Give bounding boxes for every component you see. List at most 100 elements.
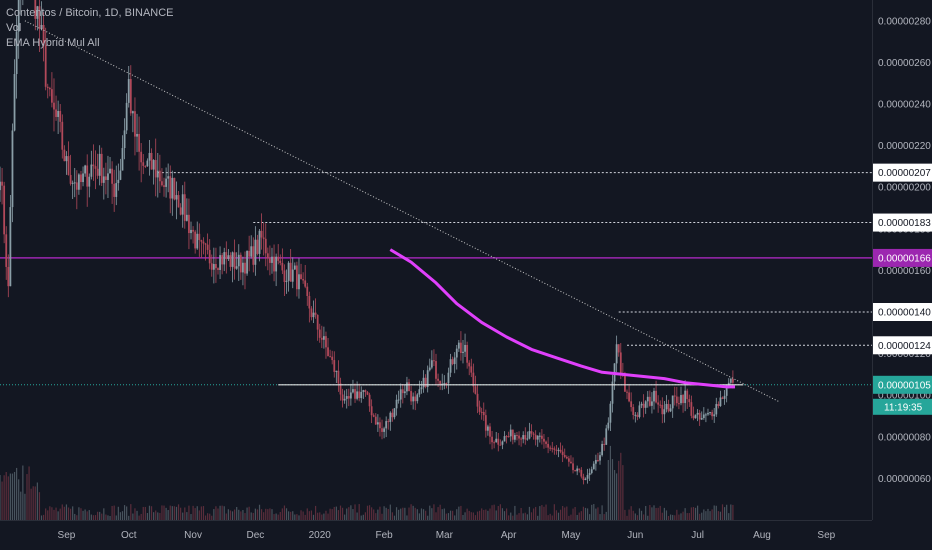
volume-bar	[647, 515, 649, 520]
candle-body	[700, 417, 703, 420]
volume-bar	[202, 506, 205, 520]
volume-bar	[659, 505, 661, 520]
candle-body	[65, 156, 68, 162]
volume-bar	[234, 509, 236, 520]
candle-body	[412, 396, 415, 402]
volume-bar	[134, 508, 136, 520]
candle-body	[310, 308, 313, 318]
candle-body	[731, 378, 734, 383]
candle-body	[713, 414, 716, 417]
candle-body	[198, 233, 201, 241]
candle-body	[55, 109, 57, 117]
volume-bar	[628, 509, 630, 520]
volume-bar	[128, 515, 130, 520]
volume-bar	[358, 504, 360, 520]
candle-body	[318, 329, 321, 338]
candle-body	[578, 468, 581, 470]
candle-body	[239, 254, 242, 273]
volume-bar	[275, 513, 277, 520]
volume-bar	[356, 512, 358, 520]
candle-body	[640, 403, 643, 406]
candle-body	[376, 422, 379, 425]
candle-body	[167, 176, 170, 179]
candle-body	[312, 312, 315, 318]
candle-body	[260, 230, 263, 238]
volume-bar	[528, 506, 531, 520]
candle-body	[551, 448, 554, 450]
volume-bar	[611, 459, 614, 520]
volume-bar	[425, 510, 427, 520]
volume-bar	[479, 510, 481, 520]
volume-bar	[456, 509, 458, 520]
volume-bar	[591, 504, 593, 520]
volume-bar	[175, 506, 178, 520]
candle-body	[138, 133, 141, 152]
volume-bar	[684, 508, 686, 520]
volume-bar	[383, 506, 385, 520]
candle-body	[588, 473, 591, 476]
volume-bar	[655, 507, 657, 520]
volume-bar	[437, 507, 439, 520]
volume-bar	[227, 509, 229, 520]
volume-bar	[180, 507, 182, 520]
volume-bar	[505, 508, 508, 520]
candle-body	[304, 280, 307, 287]
candle-body	[609, 403, 612, 423]
candle-body	[669, 408, 672, 412]
volume-bar	[84, 509, 86, 520]
volume-bar	[119, 512, 122, 520]
volume-bar	[126, 506, 128, 520]
candle-body	[414, 396, 417, 402]
legend-volume: Vol	[6, 22, 22, 34]
candle-body	[61, 121, 64, 150]
candle-body	[244, 262, 246, 274]
candle-body	[470, 366, 473, 373]
candle-body	[653, 390, 655, 402]
candle-body	[474, 386, 477, 394]
candle-body	[188, 214, 190, 234]
volume-bar	[468, 510, 470, 520]
candle-body	[709, 412, 711, 414]
volume-bar	[248, 506, 250, 520]
volume-bar	[686, 513, 688, 520]
volume-bar	[474, 515, 477, 520]
volume-bar	[645, 506, 647, 520]
volume-bar	[308, 511, 310, 520]
volume-bar	[667, 515, 670, 520]
candle-body	[528, 431, 531, 439]
price-chart[interactable]: 0.000000600.000000800.000001000.00000120…	[0, 0, 932, 550]
candle-body	[495, 438, 498, 443]
x-tick-label: Sep	[58, 530, 76, 541]
candle-body	[90, 164, 93, 177]
volume-bar	[530, 512, 533, 520]
volume-bar	[290, 511, 292, 520]
volume-bar	[620, 452, 622, 520]
candle-body	[210, 263, 213, 270]
volume-bar	[223, 506, 225, 520]
volume-bar	[697, 505, 699, 520]
volume-bar	[337, 510, 340, 520]
candle-body	[59, 111, 62, 122]
candle-body	[320, 337, 323, 340]
candle-body	[295, 265, 298, 290]
candle-body	[152, 160, 155, 170]
volume-bar	[452, 510, 454, 520]
volume-bar	[566, 506, 568, 520]
candle-body	[657, 402, 660, 405]
volume-bar	[236, 506, 238, 520]
volume-bar	[55, 507, 57, 520]
candle-body	[435, 361, 437, 379]
candle-body	[219, 255, 221, 270]
candle-body	[5, 234, 8, 267]
volume-bar	[0, 475, 1, 520]
volume-bar	[730, 504, 732, 520]
candle-body	[175, 195, 178, 200]
volume-bar	[373, 509, 375, 520]
price-tag-label: 0.00000105	[878, 380, 931, 391]
volume-bar	[96, 511, 99, 520]
volume-bar	[329, 508, 331, 520]
candle-body	[526, 438, 529, 440]
volume-bar	[719, 511, 722, 520]
candle-body	[671, 395, 674, 409]
volume-bar	[632, 510, 634, 520]
